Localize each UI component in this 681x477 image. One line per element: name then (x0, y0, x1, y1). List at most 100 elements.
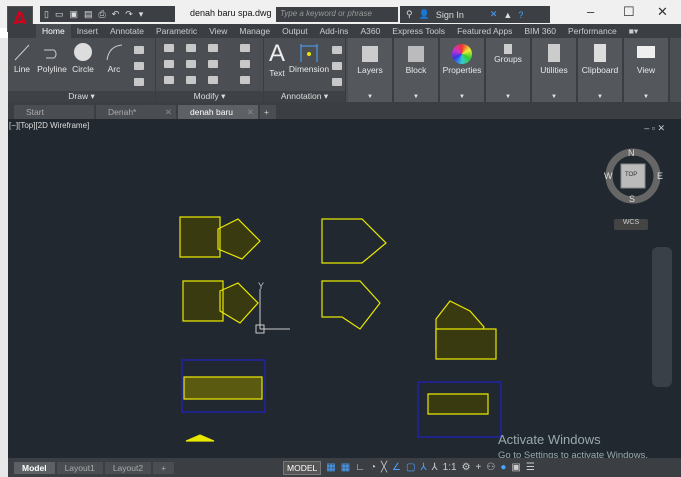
rectangle-icon[interactable] (134, 46, 144, 54)
leader-icon[interactable] (332, 62, 342, 70)
undo-icon[interactable]: ↶ (112, 9, 120, 20)
clean-screen-icon[interactable]: ▣ (511, 462, 520, 473)
annotation-scale-button[interactable]: 1:1 (443, 462, 457, 473)
trim-icon[interactable] (208, 44, 218, 52)
layout-tab-model[interactable]: Model (14, 461, 55, 474)
doc-tab-denah-baru-spa[interactable]: denah baru spa✕ (178, 105, 258, 127)
copy-icon[interactable] (164, 60, 174, 68)
plus-icon[interactable]: + (476, 462, 482, 473)
mirror-icon[interactable] (186, 60, 196, 68)
close-tab-icon[interactable]: ✕ (247, 107, 254, 118)
sign-in-button[interactable]: Sign In (436, 10, 464, 20)
search-input[interactable]: Type a keyword or phrase (276, 7, 398, 22)
snap-icon[interactable]: ▦ (341, 462, 350, 473)
redo-icon[interactable]: ↷ (125, 9, 133, 20)
clipboard-panel[interactable]: Clipboard ▼ (578, 38, 624, 102)
save-as-icon[interactable]: ▤ (84, 9, 93, 20)
hatch-icon[interactable] (134, 62, 144, 70)
close-button[interactable]: ✕ (657, 4, 668, 20)
object-snap-icon[interactable]: ▢ (406, 462, 415, 473)
new-icon[interactable]: ▯ (44, 9, 49, 20)
close-tab-icon[interactable]: ✕ (165, 107, 172, 118)
isodraft-icon[interactable]: ∠ (392, 462, 401, 473)
isolate-icon[interactable]: ⚇ (486, 462, 495, 473)
add-layout-button[interactable]: + (153, 461, 175, 474)
circle-tool[interactable]: Circle (70, 42, 96, 74)
maximize-button[interactable]: ☐ (623, 4, 635, 20)
view-panel[interactable]: View ▼ (624, 38, 670, 102)
line-tool[interactable]: Line (10, 42, 34, 74)
arc-tool[interactable]: Arc (104, 42, 124, 74)
groups-panel[interactable]: Groups ▼ (486, 38, 532, 102)
properties-panel[interactable]: Properties ▼ (440, 38, 486, 102)
region-icon[interactable] (134, 78, 144, 86)
left-window-edge (0, 38, 8, 477)
tab-output[interactable]: Output (276, 26, 314, 36)
explode-icon[interactable] (240, 60, 250, 68)
binoculars-icon[interactable]: ⚲ (406, 9, 413, 20)
doc-tab-start[interactable]: Start (14, 105, 94, 119)
model-space-button[interactable]: MODEL (283, 460, 322, 475)
array-icon[interactable] (208, 76, 218, 84)
a360-icon[interactable]: ▲ (503, 10, 512, 20)
tab-express-tools[interactable]: Express Tools (386, 26, 451, 36)
tab-a360[interactable]: A360 (354, 26, 386, 36)
tab-add-ins[interactable]: Add-ins (314, 26, 355, 36)
modify-panel-title[interactable]: Modify ▾ (156, 91, 263, 102)
doc-tab-denah[interactable]: Denah* ✕ (96, 105, 176, 119)
layers-panel[interactable]: Layers ▼ (348, 38, 394, 102)
scale-icon[interactable] (186, 76, 196, 84)
linear-dim-icon[interactable] (332, 46, 342, 54)
help-icon[interactable]: ? (518, 10, 523, 20)
polar-icon[interactable]: ◔ (370, 462, 376, 473)
tab-bim-360[interactable]: BIM 360 (518, 26, 562, 36)
navigation-bar[interactable] (652, 247, 672, 387)
layout-tab-layout1[interactable]: Layout1 (56, 461, 103, 474)
autoscale-icon[interactable]: ⅄ (432, 462, 438, 473)
floor-plans (179, 216, 497, 442)
drawing-viewport[interactable]: [−][Top][2D Wireframe] – ▫ ✕ N W E S TOP… (8, 119, 681, 461)
tab-annotate[interactable]: Annotate (104, 26, 150, 36)
line-label: Line (13, 64, 31, 74)
dimension-tool[interactable]: Dimension (288, 42, 330, 74)
utilities-panel[interactable]: Utilities ▼ (532, 38, 578, 102)
table-icon[interactable] (332, 78, 342, 86)
rotate-icon[interactable] (186, 44, 196, 52)
draw-panel-title[interactable]: Draw ▾ (8, 91, 155, 102)
text-tool[interactable]: A Text (266, 40, 288, 78)
tab-performance[interactable]: Performance (562, 26, 623, 36)
new-tab-button[interactable]: + (260, 105, 276, 119)
layout-tab-layout2[interactable]: Layout2 (104, 461, 152, 474)
tab-view[interactable]: View (203, 26, 233, 36)
workspace-gear-icon[interactable]: ⚙ (462, 462, 471, 473)
grid-icon[interactable]: ▦ (326, 462, 335, 473)
print-icon[interactable]: ⎙ (99, 9, 106, 20)
save-icon[interactable]: ▣ (69, 9, 78, 20)
block-panel[interactable]: Block ▼ (394, 38, 440, 102)
fillet-icon[interactable] (208, 60, 218, 68)
exchange-icon[interactable]: ✕ (490, 9, 498, 20)
wcs-menu[interactable]: WCS (614, 219, 648, 230)
tab-insert[interactable]: Insert (71, 26, 104, 36)
tab-home[interactable]: Home (36, 24, 71, 38)
camera-icon[interactable]: ■▾ (623, 26, 644, 37)
erase-icon[interactable] (240, 44, 250, 52)
annotation-panel-title[interactable]: Annotation ▾ (264, 91, 345, 102)
viewcube-top-face[interactable]: TOP (625, 172, 637, 178)
tab-featured-apps[interactable]: Featured Apps (451, 26, 518, 36)
open-icon[interactable]: ▭ (55, 9, 64, 20)
tab-manage[interactable]: Manage (233, 26, 276, 36)
offset-icon[interactable] (240, 76, 250, 84)
minimize-button[interactable]: – (587, 4, 594, 19)
tab-label: Start (26, 107, 44, 117)
move-icon[interactable] (164, 44, 174, 52)
stretch-icon[interactable] (164, 76, 174, 84)
ortho-icon[interactable]: ∟ (355, 462, 365, 473)
customization-menu-icon[interactable]: ☰ (526, 462, 535, 473)
annotation-visibility-icon[interactable]: ⅄ (420, 462, 426, 473)
osnap-tracking-icon[interactable]: ╳ (381, 462, 387, 473)
polyline-tool[interactable]: Polyline (36, 42, 68, 74)
tab-parametric[interactable]: Parametric (150, 26, 203, 36)
hardware-acceleration-icon[interactable]: ● (500, 462, 506, 473)
customize-icon[interactable]: ▾ (139, 9, 144, 20)
